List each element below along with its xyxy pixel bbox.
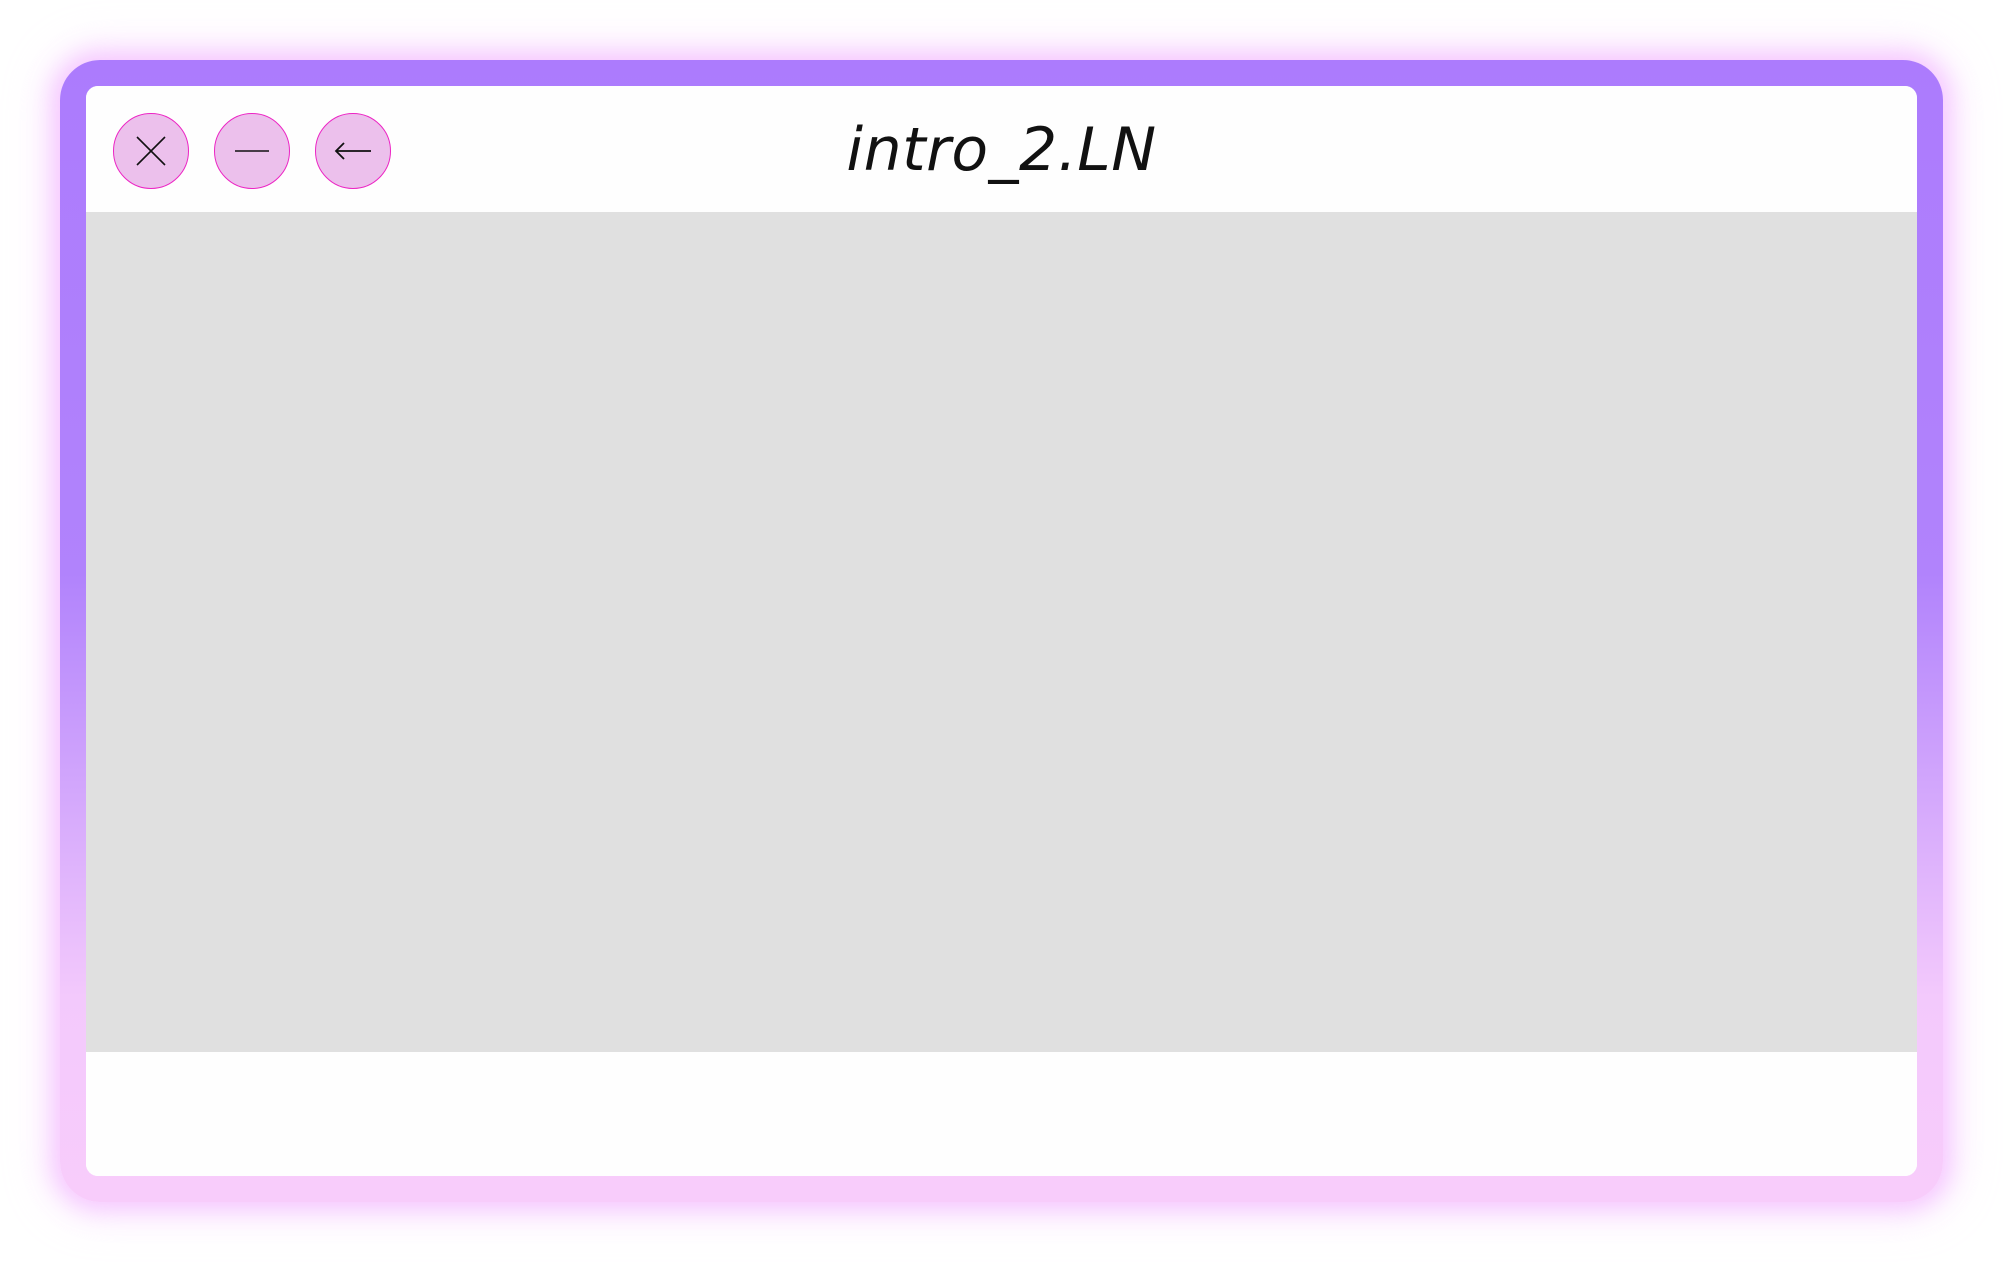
window-title: intro_2.LN: [846, 115, 1157, 185]
title-bar[interactable]: intro_2.LN: [86, 86, 1917, 212]
content-area[interactable]: [86, 212, 1917, 1052]
window-body: intro_2.LN: [86, 86, 1917, 1176]
bottom-panel: [86, 1052, 1917, 1176]
app-window: intro_2.LN: [60, 60, 1943, 1202]
